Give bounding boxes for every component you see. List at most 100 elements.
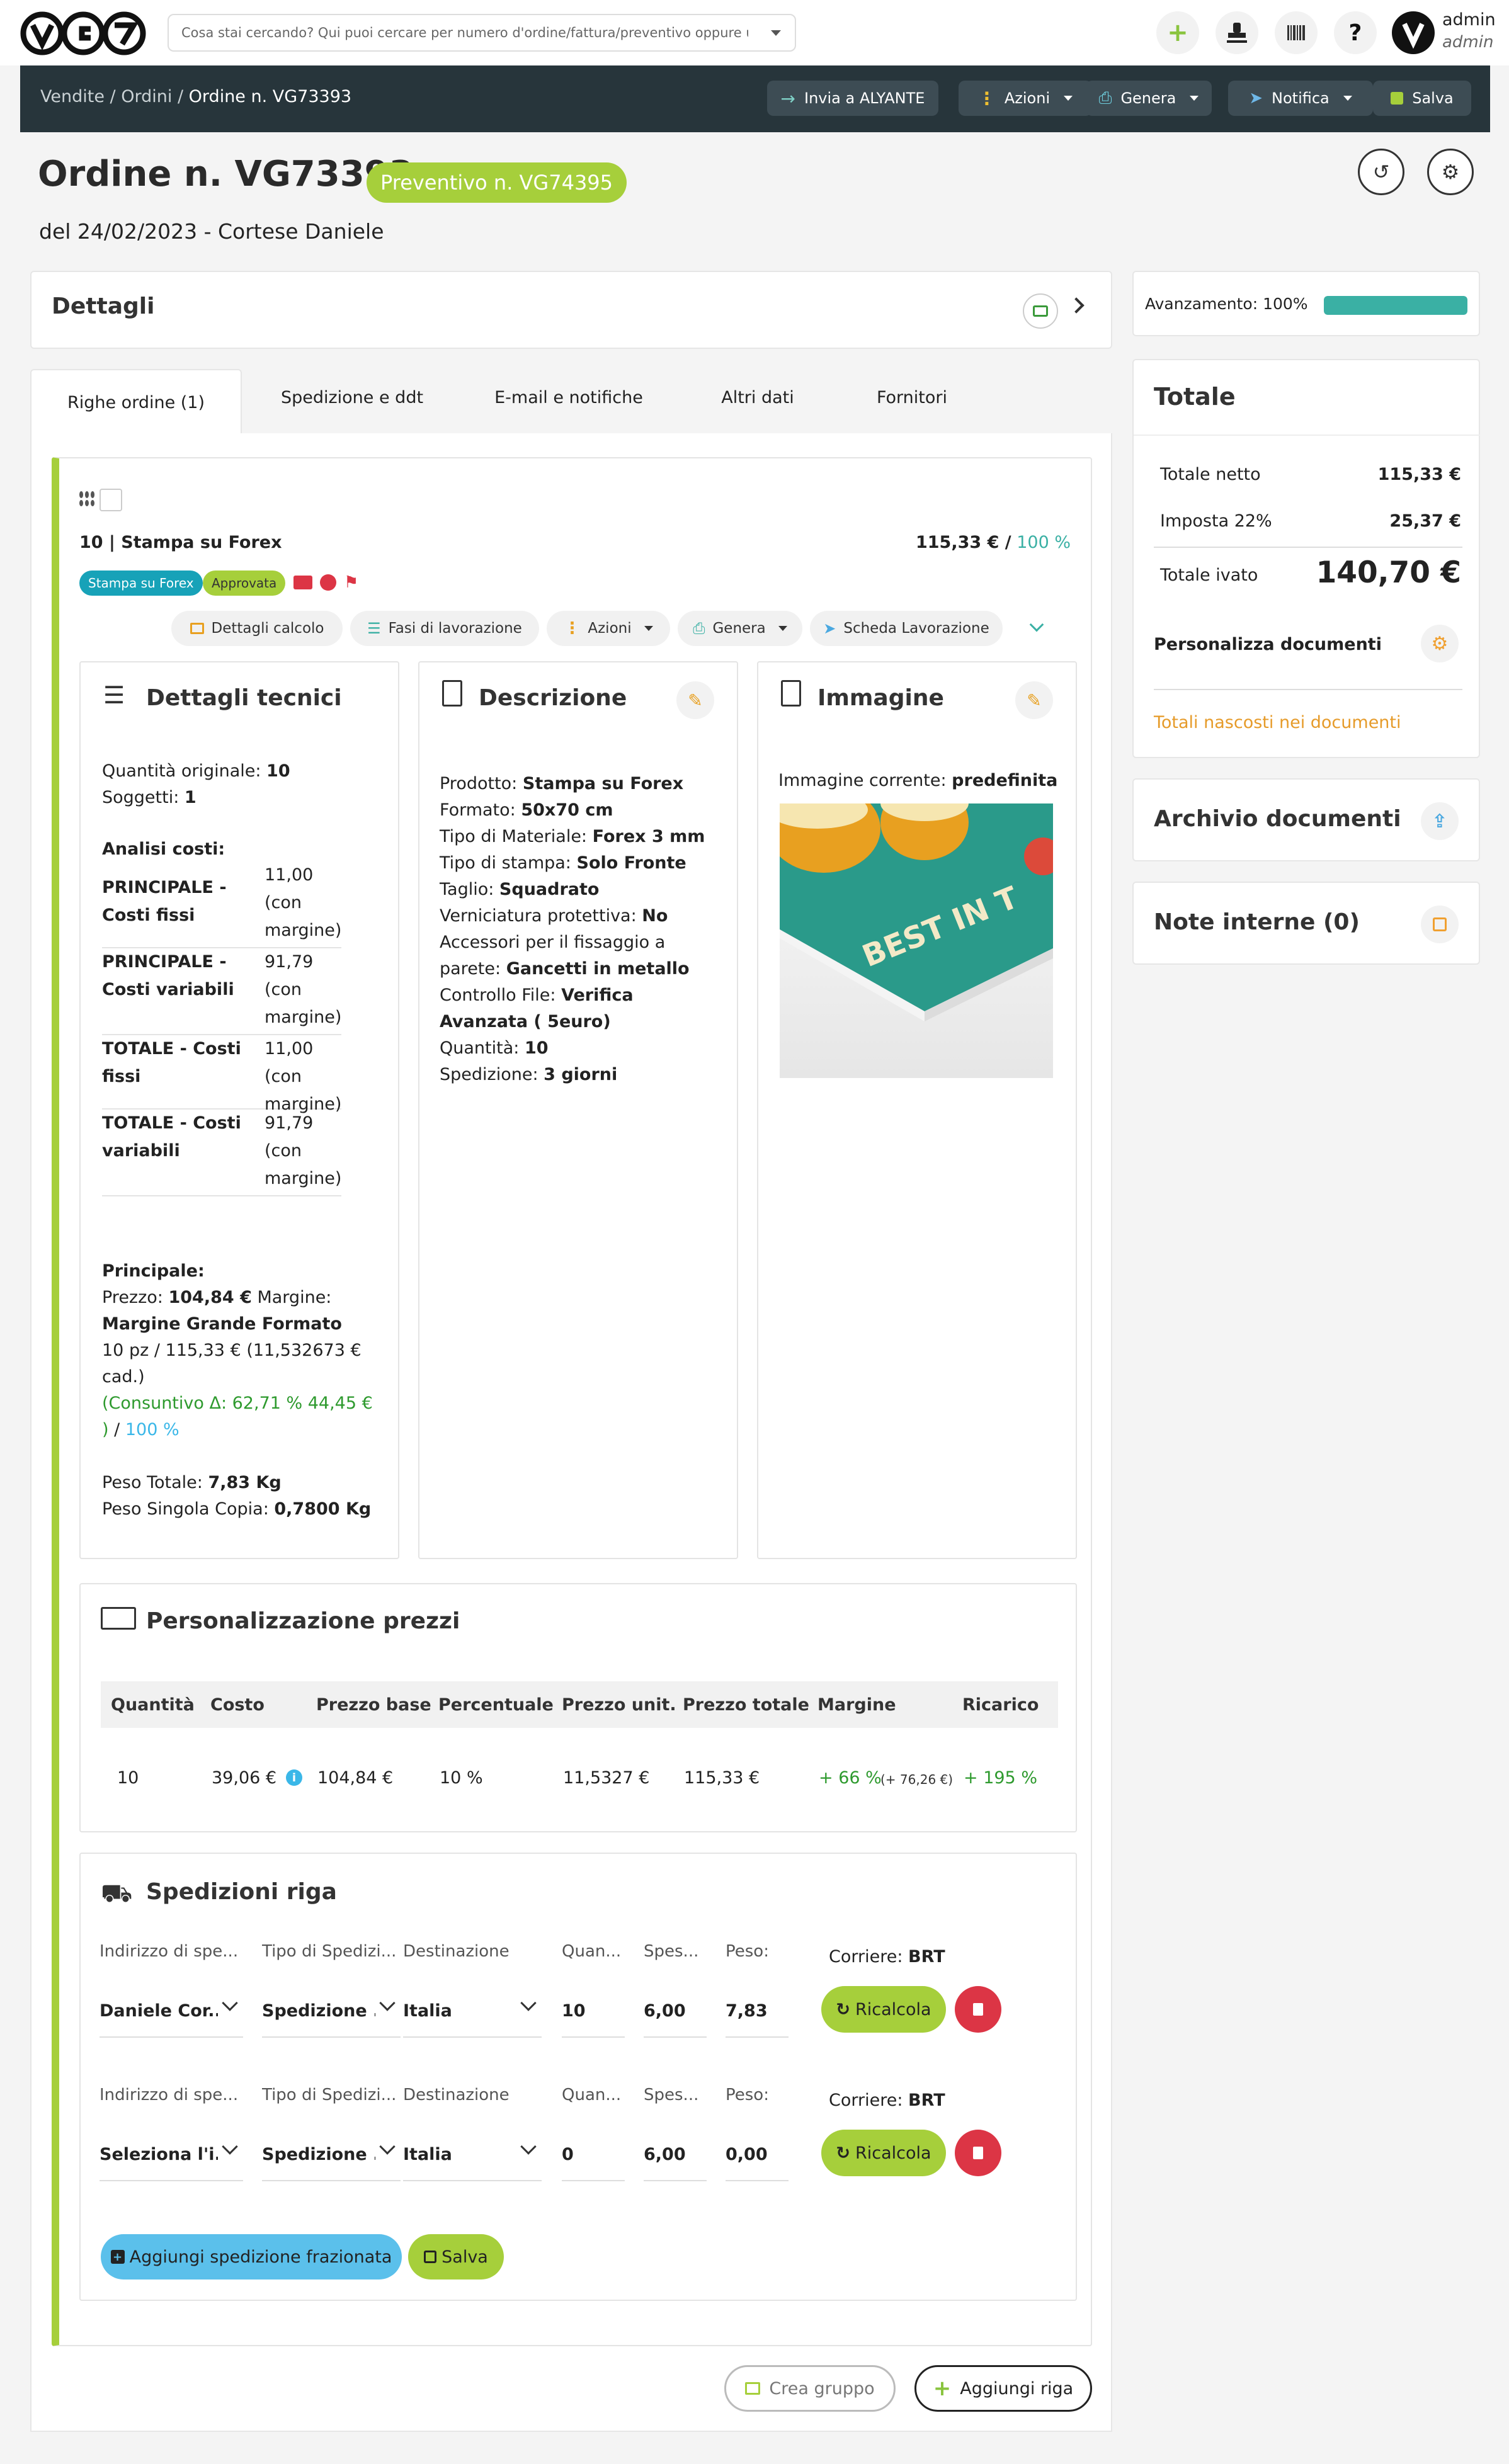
azioni-row-button[interactable]: ⋮ Azioni — [547, 611, 670, 646]
notes-card[interactable]: Note interne (0) — [1132, 882, 1480, 965]
tab-email[interactable]: E-mail e notifiche — [465, 388, 673, 407]
description-field-label: Tipo di stampa: — [440, 853, 571, 873]
cell-prezzo-base[interactable]: 104,84 € — [317, 1768, 393, 1788]
breadcrumb-vendite[interactable]: Vendite — [40, 87, 105, 106]
shipping-field-destinazione[interactable]: Italia — [403, 2001, 516, 2021]
shipping-label-peso: Peso: — [726, 2086, 769, 2104]
tab-altri-dati[interactable]: Altri dati — [679, 388, 836, 407]
chevron-right-icon[interactable] — [1068, 297, 1085, 314]
ricalcola-button[interactable]: ↻ Ricalcola — [821, 1986, 946, 2033]
current-image-label: Immagine corrente: — [778, 771, 947, 790]
history-button[interactable]: ↺ — [1358, 149, 1404, 195]
col-prezzo-unit: Prezzo unit. — [562, 1695, 676, 1715]
sticky-note-icon[interactable] — [1421, 906, 1459, 943]
delete-shipment-button[interactable] — [955, 2130, 1001, 2176]
logo[interactable] — [20, 11, 146, 55]
shipping-field-peso[interactable]: 7,83 — [726, 2001, 789, 2021]
crea-gruppo-button[interactable]: Crea gruppo — [724, 2365, 896, 2412]
shipping-field-peso[interactable]: 0,00 — [726, 2145, 789, 2164]
row-checkbox[interactable] — [100, 489, 122, 511]
nascosti-link[interactable]: Totali nascosti nei documenti — [1154, 713, 1401, 732]
chevron-down-icon[interactable] — [379, 2138, 396, 2155]
tab-righe-ordine[interactable]: Righe ordine (1) — [30, 369, 242, 434]
archive-card[interactable]: Archivio documenti ⇪ — [1132, 778, 1480, 861]
avatar[interactable] — [1392, 11, 1435, 54]
tab-spedizione[interactable]: Spedizione e ddt — [248, 388, 456, 407]
help-icon[interactable]: ? — [1334, 11, 1377, 54]
tag-approved[interactable]: Approvata — [203, 571, 286, 596]
delete-shipment-button[interactable] — [955, 1986, 1001, 2033]
salva-button[interactable]: Salva — [1373, 81, 1471, 116]
cost-value: 91,79 (con margine) — [265, 1113, 342, 1188]
chevron-down-icon[interactable] — [379, 1995, 396, 2011]
settings-button[interactable]: ⚙ — [1427, 149, 1474, 195]
chevron-down-icon[interactable] — [222, 1995, 238, 2011]
costs-title: Analisi costi: — [102, 839, 225, 859]
save-shipments-button[interactable]: Salva — [408, 2234, 504, 2279]
personalizza-label[interactable]: Personalizza documenti — [1154, 635, 1382, 654]
customer-card-icon[interactable] — [1023, 293, 1058, 329]
field-underline — [403, 2180, 542, 2181]
tech-percent: 100 % — [125, 1420, 179, 1439]
description-field-value: Squadrato — [499, 880, 600, 899]
tag-product[interactable]: Stampa su Forex — [79, 571, 203, 596]
shipping-field-tipo[interactable]: Spedizione ... — [262, 2001, 375, 2021]
shipping-field-quantita[interactable]: 10 — [562, 2001, 625, 2021]
quote-badge[interactable]: Preventivo n. VG74395 — [367, 162, 627, 203]
shipping-field-spese[interactable]: 6,00 — [644, 2001, 707, 2021]
details-panel[interactable]: Dettagli — [30, 271, 1112, 349]
chevron-down-icon[interactable] — [520, 2138, 537, 2155]
chevron-down-icon[interactable] — [222, 2138, 238, 2155]
caret-down-icon[interactable] — [771, 30, 781, 36]
product-image[interactable]: BEST IN T — [780, 803, 1053, 1078]
tab-fornitori[interactable]: Fornitori — [836, 388, 988, 407]
shipping-field-destinazione[interactable]: Italia — [403, 2145, 516, 2164]
search-input[interactable]: Cosa stai cercando? Qui puoi cercare per… — [168, 14, 796, 52]
dettagli-calcolo-button[interactable]: Dettagli calcolo — [171, 611, 343, 646]
drag-handle-icon[interactable] — [79, 491, 94, 506]
shipping-field-tipo[interactable]: Spedizione ... — [262, 2145, 375, 2164]
notifica-button[interactable]: ➤ Notifica — [1228, 81, 1373, 116]
genera-button[interactable]: ⎙ Genera — [1086, 81, 1212, 116]
plus-icon[interactable]: + — [1156, 11, 1199, 54]
shipping-field-indirizzo[interactable]: Daniele Cor... — [100, 2001, 218, 2021]
upload-icon[interactable]: ⇪ — [1421, 802, 1459, 840]
field-underline — [726, 2180, 789, 2181]
gear-icon[interactable]: ⚙ — [1421, 625, 1459, 662]
corriere: Corriere: BRT — [829, 1947, 945, 1967]
barcode-icon[interactable] — [1275, 11, 1318, 54]
margine-label: Margine: — [257, 1288, 332, 1307]
shipping-field-indirizzo[interactable]: Seleziona l'i... — [100, 2145, 218, 2164]
detail-line: 10 pz / 115,33 € (11,532673 € cad.) — [102, 1341, 362, 1387]
caret-down-icon — [1343, 96, 1352, 101]
netto-label: Totale netto — [1160, 465, 1261, 484]
azioni-button[interactable]: ⋮ Azioni — [959, 81, 1092, 116]
azioni-label: Azioni — [1004, 89, 1051, 107]
edit-description-button[interactable]: ✎ — [676, 681, 714, 719]
order-row-card: 10 | Stampa su Forex 115,33 € / 100 % St… — [52, 457, 1092, 2346]
info-icon[interactable]: i — [286, 1769, 302, 1786]
cell-prezzo-unit[interactable]: 11,5327 € — [563, 1768, 649, 1788]
chevron-down-icon[interactable] — [1029, 617, 1044, 632]
ricalcola-button[interactable]: ↻ Ricalcola — [821, 2130, 946, 2176]
chevron-down-icon[interactable] — [520, 1995, 537, 2011]
cell-percentuale[interactable]: 10 % — [440, 1768, 483, 1788]
fasi-button[interactable]: ☰ Fasi di lavorazione — [350, 611, 539, 646]
scheda-button[interactable]: ➤ Scheda Lavorazione — [810, 611, 1003, 646]
shipping-field-quantita[interactable]: 0 — [562, 2145, 625, 2164]
aggiungi-riga-button[interactable]: + Aggiungi riga — [914, 2365, 1092, 2412]
user-name[interactable]: admin — [1442, 10, 1496, 30]
peso-copia-label: Peso Singola Copia: — [102, 1499, 269, 1519]
save-icon — [1391, 92, 1404, 105]
breadcrumb-ordini[interactable]: Ordini — [121, 87, 172, 106]
costs-table: PRINCIPALE - Costi fissi 11,00 (con marg… — [102, 861, 341, 1196]
stamp-icon[interactable] — [1216, 11, 1258, 54]
genera-row-button[interactable]: ⎙ Genera — [678, 611, 802, 646]
invia-button[interactable]: → Invia a ALYANTE — [767, 81, 938, 116]
field-underline — [644, 2180, 707, 2181]
cell-prezzo-totale[interactable]: 115,33 € — [684, 1768, 760, 1788]
shipping-label-indirizzo: Indirizzo di spe... — [100, 1942, 239, 1961]
edit-image-button[interactable]: ✎ — [1015, 681, 1053, 719]
shipping-field-spese[interactable]: 6,00 — [644, 2145, 707, 2164]
add-shipment-button[interactable]: + Aggiungi spedizione frazionata — [101, 2234, 402, 2279]
